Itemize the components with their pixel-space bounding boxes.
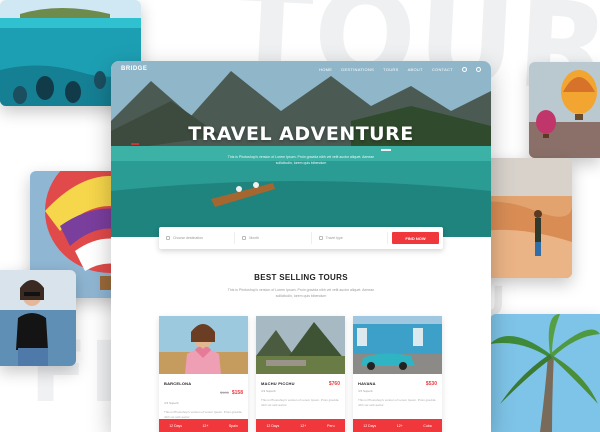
tour-footer: 12 Days 12+ Spain <box>159 419 248 432</box>
tour-days: 12 Days <box>169 423 183 428</box>
tour-footer: 12 Days 12+ Peru <box>256 419 345 432</box>
find-now-button[interactable]: FIND NOW <box>391 232 439 244</box>
nav-about[interactable]: ABOUT <box>408 67 423 72</box>
nav-home[interactable]: HOME <box>319 67 332 72</box>
photo-balloons-sky <box>529 62 600 158</box>
nav-contact[interactable]: CONTACT <box>432 67 453 72</box>
photo-woman <box>0 270 76 366</box>
tour-people: 12+ <box>300 423 307 428</box>
tour-place: Spain <box>228 423 238 428</box>
tour-card-barcelona[interactable]: BARCELONA $180 $158 4.5 Superb This is Pho… <box>159 316 248 432</box>
tour-name: MACHU PICCHU <box>261 381 295 386</box>
month-field[interactable]: Month <box>239 232 312 244</box>
tour-old-price: $180 <box>219 390 229 395</box>
destination-field[interactable]: Choose destination <box>163 232 236 244</box>
site-logo[interactable]: BRIDGE <box>121 66 147 72</box>
hero-subtitle: This is Photoshop's version of Lorem Ips… <box>227 155 375 165</box>
tour-footer: 12 Days 12+ Cuba <box>353 419 442 432</box>
travel-type-field[interactable]: Travel type <box>316 232 388 244</box>
hero-title: TRAVEL ADVENTURE <box>188 123 414 145</box>
tour-price: $530 <box>425 381 437 387</box>
section-title: BEST SELLING TOURS <box>254 273 348 282</box>
hero-section: BRIDGE HOME DESTINATIONS TOURS ABOUT CON… <box>111 61 491 237</box>
tour-name: HAVANA <box>358 381 376 386</box>
location-icon <box>166 236 170 240</box>
tour-description: This is Photoshop's version of Lorem Ips… <box>261 398 339 407</box>
tour-card-havana[interactable]: HAVANA $530 4.5 Superb This is Photoshop'… <box>353 316 442 432</box>
tour-place: Cuba <box>423 423 432 428</box>
tour-days: 12 Days <box>266 423 280 428</box>
section-subtitle: This is Photoshop's version of Lorem Ips… <box>227 288 375 298</box>
hero-lake-image <box>111 61 491 237</box>
tour-description: This is Photoshop's version of Lorem Ips… <box>164 410 242 419</box>
nav-tours[interactable]: TOURS <box>383 67 398 72</box>
tour-people: 12+ <box>202 423 209 428</box>
tour-days: 12 Days <box>363 423 377 428</box>
top-nav: BRIDGE HOME DESTINATIONS TOURS ABOUT CON… <box>111 61 491 77</box>
tour-search-bar: Choose destination Month Travel type FIN… <box>159 227 443 249</box>
website-mockup: BRIDGE HOME DESTINATIONS TOURS ABOUT CON… <box>111 61 491 432</box>
tour-description: This is Photoshop's version of Lorem Ips… <box>358 398 436 407</box>
calendar-icon <box>242 236 247 240</box>
search-icon[interactable] <box>462 66 467 72</box>
tour-image <box>256 316 345 374</box>
tour-name: BARCELONA <box>164 381 192 386</box>
tour-price: $760 <box>328 381 340 387</box>
tour-image <box>159 316 248 374</box>
nav-destinations[interactable]: DESTINATIONS <box>341 67 374 72</box>
photo-palm <box>490 314 600 432</box>
tour-card-machu-picchu[interactable]: MACHU PICCHU $760 4.9 Superb This is Phot… <box>256 316 345 432</box>
main-menu: HOME DESTINATIONS TOURS ABOUT CONTACT <box>319 66 481 72</box>
plane-icon <box>318 236 323 240</box>
tour-people: 12+ <box>396 423 403 428</box>
tour-place: Peru <box>327 423 335 428</box>
showcase-stage: TOUR FI TOU <box>0 0 600 432</box>
tour-image <box>353 316 442 374</box>
user-icon[interactable] <box>476 66 481 72</box>
tour-price: $158 <box>231 390 243 396</box>
